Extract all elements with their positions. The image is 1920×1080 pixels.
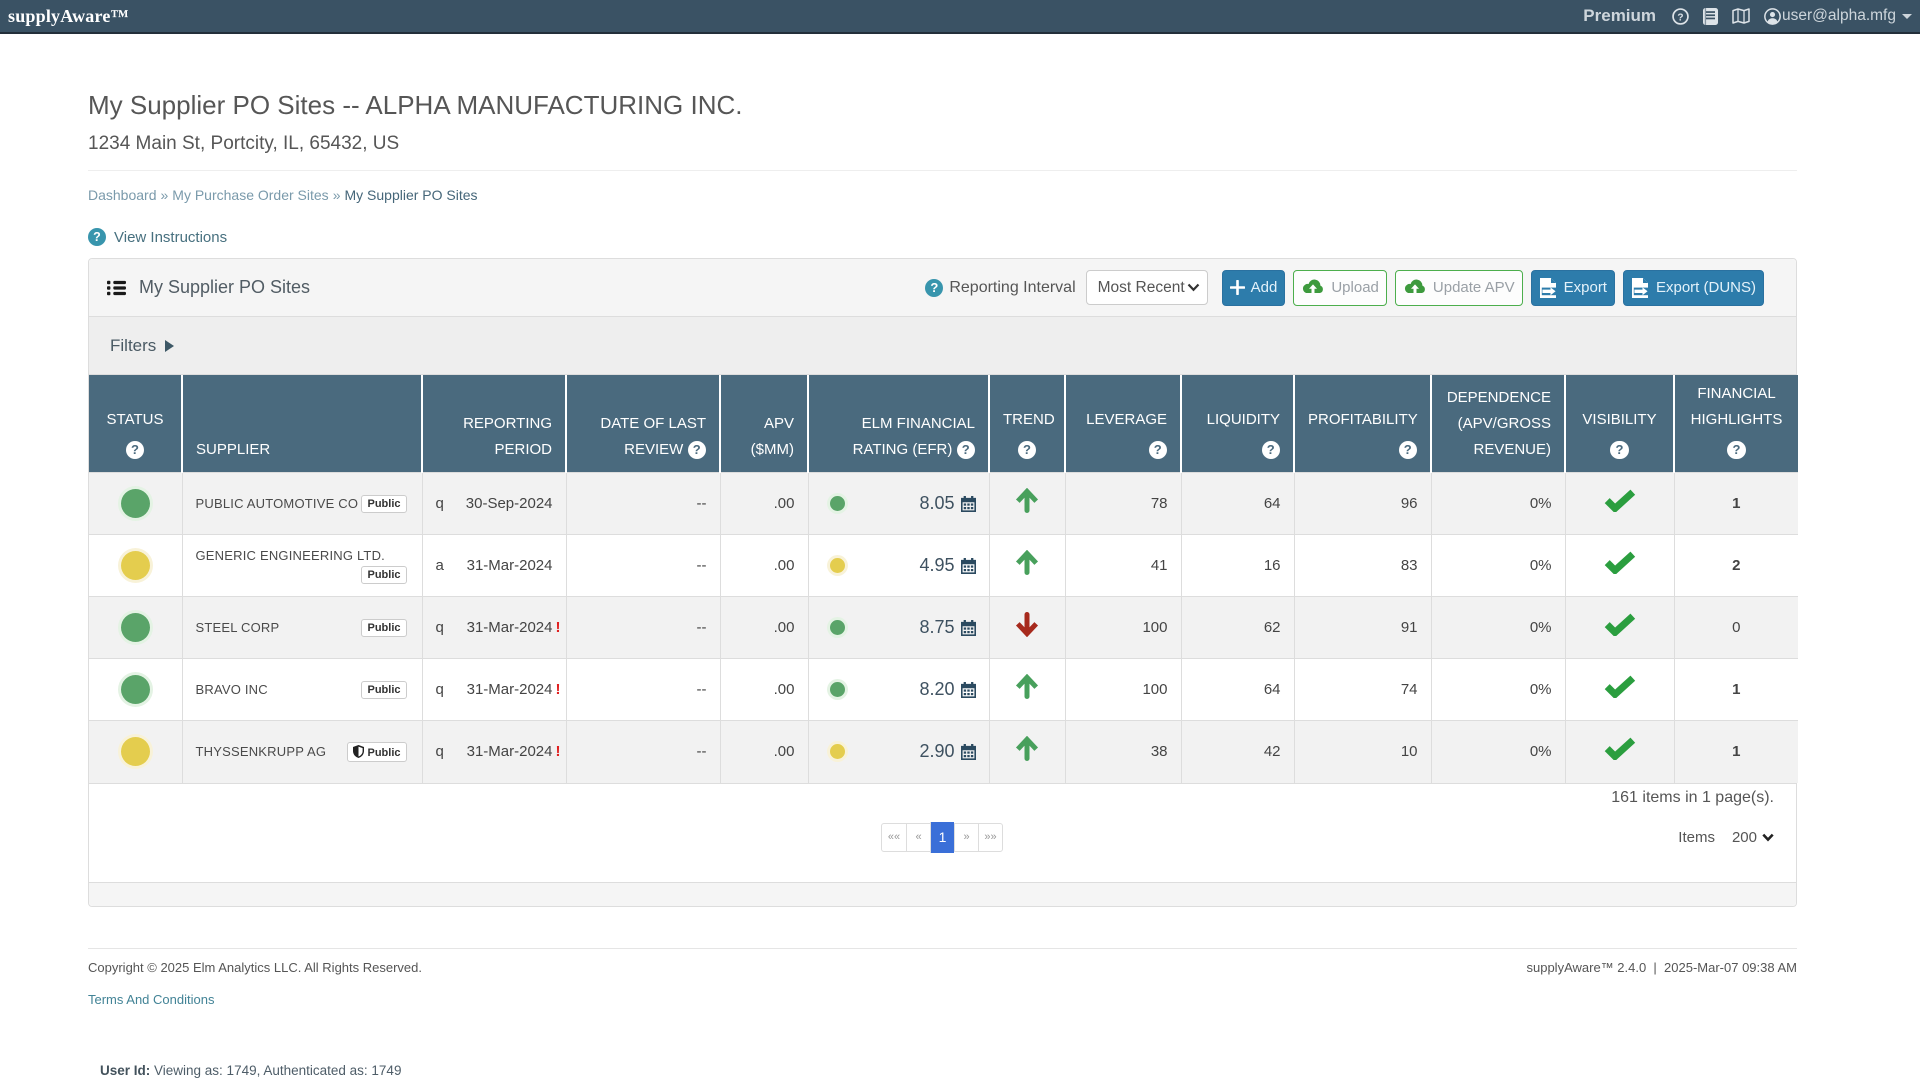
svg-text:?: ? — [1677, 12, 1683, 23]
